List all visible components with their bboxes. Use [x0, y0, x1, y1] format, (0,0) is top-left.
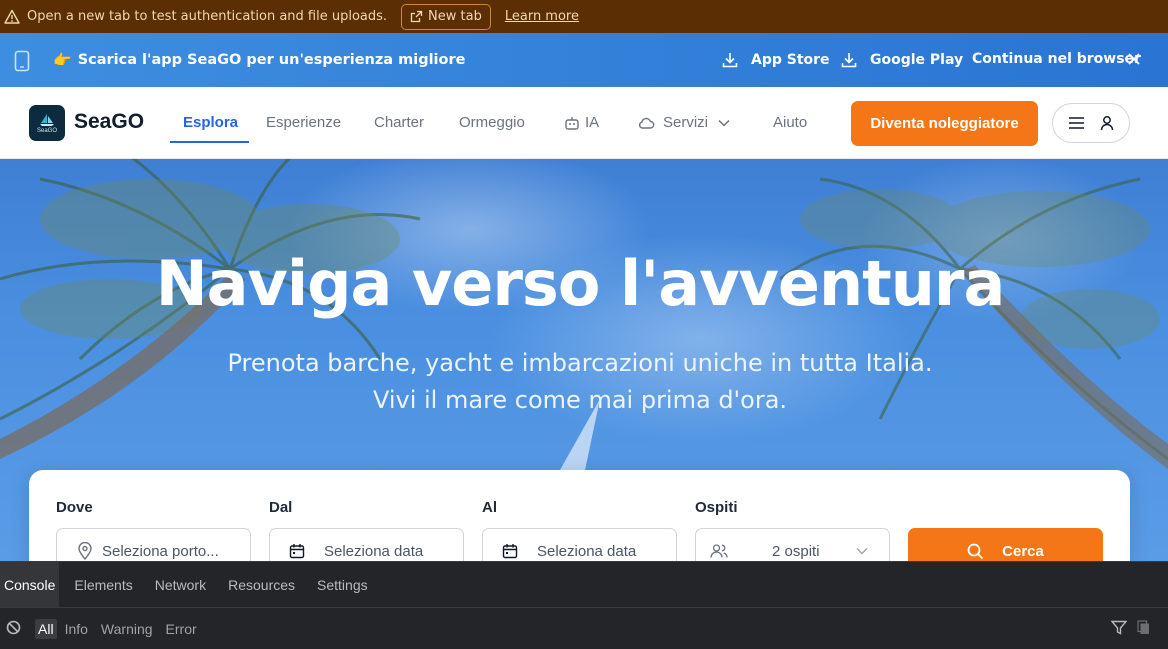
tab-elements[interactable]: Elements	[63, 562, 143, 607]
chevron-down-icon	[856, 548, 868, 555]
nav-item-servizi-label: Servizi	[663, 114, 709, 131]
google-play-label: Google Play	[870, 52, 964, 68]
search-button[interactable]: Cerca	[908, 528, 1103, 561]
from-date-field[interactable]: Seleziona data	[269, 528, 464, 561]
calendar-icon	[289, 544, 305, 559]
download-icon	[841, 53, 857, 68]
new-tab-label: New tab	[428, 9, 482, 24]
tab-settings[interactable]: Settings	[306, 562, 379, 607]
user-menu-button[interactable]	[1052, 103, 1130, 143]
warning-icon	[4, 9, 20, 25]
devtools-panel: Console Elements Network Resources Setti…	[0, 561, 1168, 649]
become-renter-button[interactable]: Diventa noleggiatore	[851, 101, 1038, 146]
guests-select[interactable]: 2 ospiti	[695, 528, 890, 561]
cloud-icon	[638, 117, 655, 129]
search-icon	[967, 543, 984, 559]
nav-item-servizi[interactable]: Servizi	[637, 114, 730, 131]
to-date-field[interactable]: Seleziona data	[482, 528, 677, 561]
warning-bar: Open a new tab to test authentication an…	[0, 0, 1168, 33]
google-play-link[interactable]: Google Play	[840, 51, 963, 69]
console-filter-bar: All Info Warning Error	[0, 608, 1168, 649]
nav-item-charter[interactable]: Charter	[374, 114, 424, 131]
map-pin-icon	[78, 542, 92, 560]
chevron-down-icon	[718, 119, 730, 127]
nav-item-aiuto[interactable]: Aiuto	[773, 114, 807, 131]
where-placeholder: Seleziona porto...	[102, 542, 219, 560]
continue-in-browser-link[interactable]: Continua nel browser	[972, 51, 1141, 67]
pointing-hand-icon: 👉	[53, 51, 72, 69]
robot-icon	[565, 116, 579, 130]
guests-label: Ospiti	[695, 499, 738, 516]
users-icon	[710, 544, 728, 558]
from-date-placeholder: Seleziona data	[324, 542, 424, 560]
new-tab-button[interactable]: New tab	[401, 3, 491, 30]
download-icon	[722, 53, 738, 68]
banner-promo: 👉 Scarica l'app SeaGO per un'esperienza …	[53, 51, 465, 69]
user-icon	[1100, 116, 1113, 131]
from-date-label: Dal	[269, 499, 293, 516]
tab-resources[interactable]: Resources	[217, 562, 306, 607]
filter-warning[interactable]: Warning	[101, 621, 153, 637]
hero-title: Naviga verso l'avventura	[155, 247, 1006, 320]
phone-icon	[14, 50, 30, 76]
nav-item-esperienze[interactable]: Esperienze	[266, 114, 341, 131]
nav-item-esplora[interactable]: Esplora	[183, 114, 238, 131]
where-field[interactable]: Seleziona porto...	[56, 528, 251, 561]
brand-name[interactable]: SeaGO	[74, 110, 144, 134]
hero-subtitle: Prenota barche, yacht e imbarcazioni uni…	[0, 345, 1160, 419]
nav-item-ia[interactable]: IA	[564, 114, 599, 131]
filter-icon[interactable]	[1111, 620, 1127, 635]
copy-icon[interactable]	[1137, 620, 1150, 635]
search-card: Dove Seleziona porto... Dal Seleziona da…	[29, 470, 1130, 561]
where-label: Dove	[56, 499, 93, 516]
nav-item-ormeggio[interactable]: Ormeggio	[459, 114, 525, 131]
hero-subtitle-line1: Prenota barche, yacht e imbarcazioni uni…	[227, 349, 933, 377]
app-store-label: App Store	[751, 52, 830, 68]
sailboat-icon	[40, 113, 54, 126]
tab-console[interactable]: Console	[0, 562, 60, 607]
to-date-label: Al	[482, 499, 497, 516]
filter-info[interactable]: Info	[65, 621, 88, 637]
filter-error[interactable]: Error	[166, 621, 197, 637]
menu-icon	[1068, 117, 1084, 129]
logo-text: SeaGO	[36, 127, 57, 134]
nav-item-ia-label: IA	[585, 114, 600, 131]
external-link-icon	[410, 10, 423, 23]
logo[interactable]: SeaGO	[29, 105, 65, 141]
app-store-link[interactable]: App Store	[721, 51, 830, 69]
clear-console-icon[interactable]	[6, 620, 21, 638]
active-tab-indicator	[170, 141, 249, 143]
to-date-placeholder: Seleziona data	[537, 542, 637, 560]
devtools-tabs: Console Elements Network Resources Setti…	[0, 562, 379, 607]
main-navigation: SeaGO SeaGO Esplora Esperienze Charter O…	[0, 87, 1168, 159]
hero-subtitle-line2: Vivi il mare come mai prima d'ora.	[372, 386, 788, 414]
tab-network[interactable]: Network	[144, 562, 217, 607]
learn-more-link[interactable]: Learn more	[505, 9, 579, 24]
calendar-icon	[502, 544, 518, 559]
close-icon[interactable]	[1127, 52, 1141, 70]
hero-section: Naviga verso l'avventura Prenota barche,…	[0, 159, 1168, 561]
banner-promo-text: Scarica l'app SeaGO per un'esperienza mi…	[77, 52, 466, 68]
app-download-banner: 👉 Scarica l'app SeaGO per un'esperienza …	[0, 33, 1168, 87]
guests-value: 2 ospiti	[772, 542, 820, 560]
warning-message: Open a new tab to test authentication an…	[27, 9, 388, 24]
filter-all[interactable]: All	[35, 619, 57, 639]
console-toolbar-right	[1111, 620, 1150, 635]
search-button-label: Cerca	[1002, 542, 1044, 560]
